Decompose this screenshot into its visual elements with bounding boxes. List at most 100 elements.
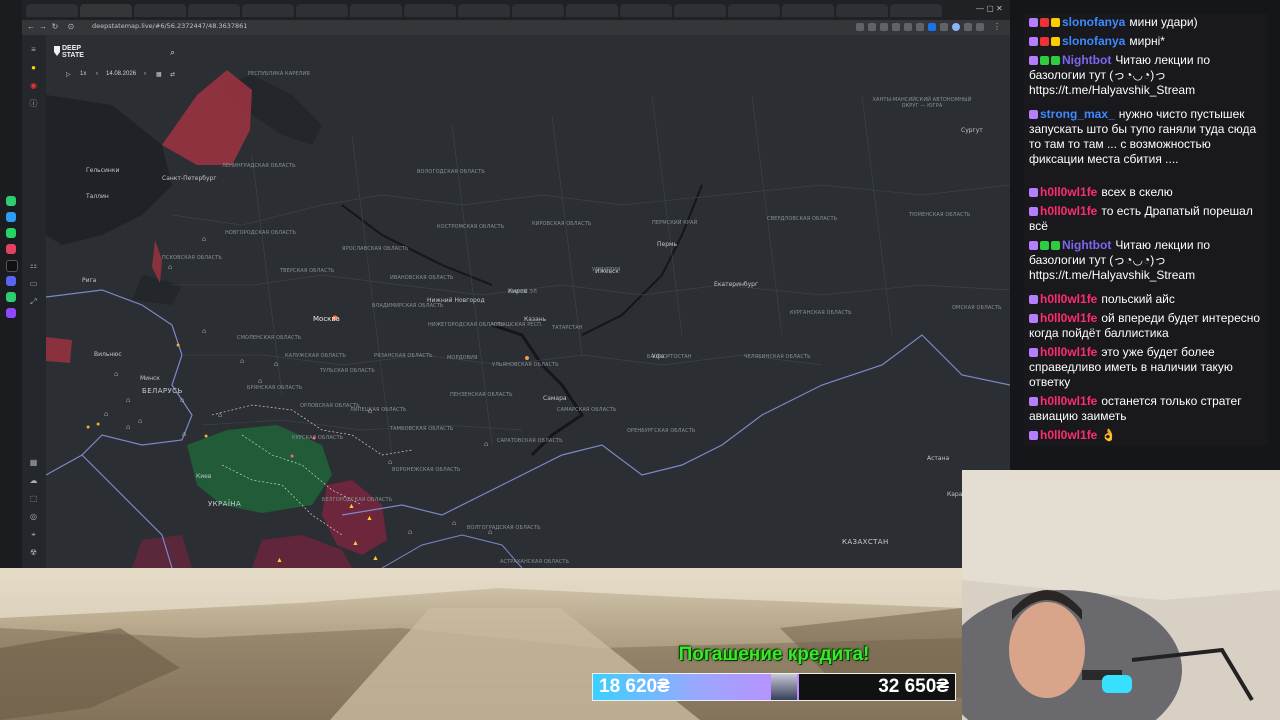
measure-icon[interactable]: ⤢ [29,297,38,306]
unit-marker-icon[interactable]: ▲ [372,555,379,562]
unit-marker-icon[interactable]: ⌂ [114,371,121,378]
unit-marker-icon[interactable]: ▲ [366,515,373,522]
unit-marker-icon[interactable]: ⌂ [408,529,415,536]
browser-tab[interactable] [782,4,834,17]
legend-icon[interactable]: ▭ [29,279,38,288]
chat-username[interactable]: strong_max_ [1040,107,1115,121]
telegram-icon[interactable] [6,212,16,222]
unit-marker-icon[interactable]: ⌂ [126,397,133,404]
app-icon[interactable] [6,196,16,206]
extension-icon[interactable] [892,23,900,31]
twitch-icon[interactable] [6,308,16,318]
unit-marker-icon[interactable]: ⌂ [202,328,209,335]
unit-marker-icon[interactable]: ⌂ [168,264,175,271]
extension-icon[interactable] [868,23,876,31]
info-icon[interactable]: ⓘ [29,99,38,108]
browser-tab[interactable] [728,4,780,17]
speed-button[interactable]: 1x [80,71,86,77]
deepstate-logo[interactable]: DEEP STATE [54,45,84,59]
x-icon[interactable] [6,260,18,272]
discord-icon[interactable] [6,276,16,286]
compare-icon[interactable]: ⇄ [170,71,175,78]
unit-marker-icon[interactable]: ▲ [276,557,283,564]
chat-username[interactable]: h0ll0wl1fe [1040,311,1097,325]
browser-tab[interactable] [134,4,186,17]
browser-tab[interactable] [458,4,510,17]
unit-marker-icon[interactable]: ▲ [348,503,355,510]
unit-marker-icon[interactable]: ● [96,421,103,428]
window-controls[interactable]: — ▢ ✕ [976,4,1006,14]
unit-marker-icon[interactable]: ⌂ [218,412,225,419]
play-icon[interactable]: ▷ [66,71,71,78]
reload-icon[interactable]: ↻ [50,22,60,32]
layers-icon[interactable]: ⚏ [29,261,38,270]
unit-marker-icon[interactable]: ⌂ [452,520,459,527]
chat-username[interactable]: h0ll0wl1fe [1040,204,1097,218]
chat-username[interactable]: h0ll0wl1fe [1040,292,1097,306]
unit-marker-icon[interactable]: ⌂ [368,408,375,415]
chat-username[interactable]: slonofanya [1062,15,1125,29]
unit-marker-icon[interactable]: ⌂ [182,431,189,438]
next-day-icon[interactable]: › [144,71,146,77]
unit-marker-icon[interactable]: ● [290,453,297,460]
forward-icon[interactable]: → [38,22,48,32]
unit-marker-icon[interactable]: ▲ [352,540,359,547]
browser-tab[interactable] [512,4,564,17]
instagram-icon[interactable] [6,244,16,254]
unit-marker-icon[interactable]: ⌂ [104,411,111,418]
extension-icon[interactable] [976,23,984,31]
chat-username[interactable]: Nightbot [1062,53,1111,67]
map-view[interactable]: ≡ ● ◉ ⓘ ⚏ ▭ ⤢ ▦ ☁ ⬚ ◎ ⌖ ☢ DEEP STATE ⌕ ▷… [22,35,1010,568]
alert-icon[interactable]: ◉ [29,81,38,90]
chat-username[interactable]: Nightbot [1062,238,1111,252]
chat-username[interactable]: h0ll0wl1fe [1040,185,1097,199]
url-field[interactable]: deepstatemap.live/#6/56.2372447/48.36378… [92,22,247,30]
prev-day-icon[interactable]: ‹ [96,71,98,77]
extension-icon[interactable] [964,23,972,31]
extension-icon[interactable] [940,23,948,31]
chat-username[interactable]: h0ll0wl1fe [1040,394,1097,408]
back-icon[interactable]: ← [26,22,36,32]
extension-icon[interactable] [880,23,888,31]
menu-icon[interactable]: ⋮ [992,22,1002,32]
stats-icon[interactable]: ⬚ [29,494,38,503]
unit-marker-icon[interactable]: ⌂ [484,441,491,448]
cloud-icon[interactable]: ☁ [29,476,38,485]
chat-username[interactable]: h0ll0wl1fe [1040,345,1097,359]
unit-marker-icon[interactable]: ⌂ [138,418,145,425]
extension-icon[interactable] [928,23,936,31]
browser-tab[interactable] [350,4,402,17]
browser-tab[interactable] [242,4,294,17]
chat-username[interactable]: slonofanya [1062,34,1125,48]
unit-marker-icon[interactable]: ⌂ [488,529,495,536]
ukraine-flag-icon[interactable]: ● [29,63,38,72]
browser-tab[interactable] [296,4,348,17]
extension-icon[interactable] [856,23,864,31]
browser-tab[interactable] [620,4,672,17]
unit-marker-icon[interactable]: ● [176,342,183,349]
unit-marker-icon[interactable]: ⌂ [180,397,187,404]
site-info-icon[interactable]: ⊙ [66,22,76,32]
search-icon[interactable]: ⌕ [170,47,175,58]
browser-tab[interactable] [566,4,618,17]
calendar-picker-icon[interactable]: ▦ [156,71,162,78]
browser-tab[interactable] [890,4,942,17]
date-display[interactable]: 14.08.2026 [106,71,136,77]
browser-tab[interactable] [674,4,726,17]
chat-username[interactable]: h0ll0wl1fe [1040,428,1097,442]
whatsapp-icon[interactable] [6,228,16,238]
browser-tab[interactable] [836,4,888,17]
unit-marker-icon[interactable]: ⌂ [126,424,133,431]
unit-marker-icon[interactable]: ⌂ [240,358,247,365]
hamburger-menu-icon[interactable]: ≡ [29,45,38,54]
extension-icon[interactable] [904,23,912,31]
app-icon[interactable] [6,292,16,302]
unit-marker-icon[interactable]: ⌂ [274,361,281,368]
target-icon[interactable]: ◎ [29,512,38,521]
extension-icon[interactable] [916,23,924,31]
unit-marker-icon[interactable]: ⌂ [388,459,395,466]
unit-marker-icon[interactable]: ● [86,424,93,431]
unit-marker-icon[interactable]: ● [204,433,211,440]
calendar-icon[interactable]: ▦ [29,458,38,467]
unit-marker-icon[interactable]: ● [312,435,319,442]
